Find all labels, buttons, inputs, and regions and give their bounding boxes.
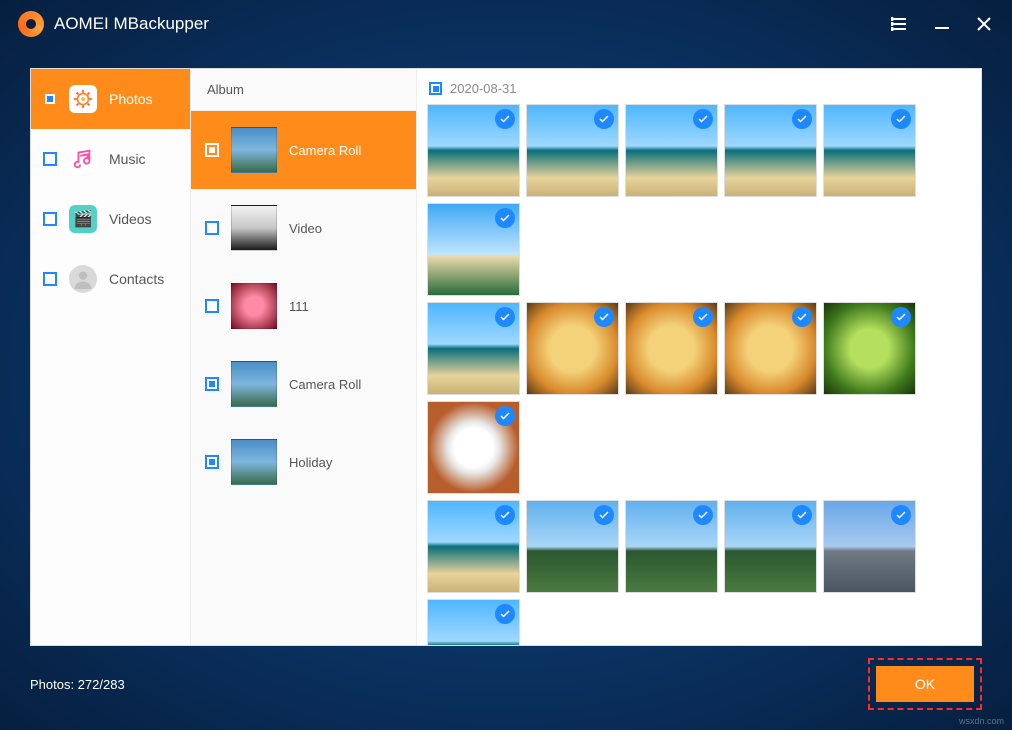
category-label: Contacts xyxy=(109,271,164,287)
photo-thumbnail[interactable] xyxy=(427,500,520,593)
selected-check-icon xyxy=(693,505,713,525)
checkbox-icon[interactable] xyxy=(205,299,219,313)
selected-check-icon xyxy=(495,307,515,327)
checkbox-icon[interactable] xyxy=(205,221,219,235)
app-logo-icon xyxy=(18,11,44,37)
checkbox-icon[interactable] xyxy=(43,272,57,286)
selected-check-icon xyxy=(792,109,812,129)
app-title: AOMEI MBackupper xyxy=(54,14,209,34)
titlebar: AOMEI MBackupper xyxy=(0,0,1012,48)
album-label: Holiday xyxy=(289,455,332,470)
checkbox-icon[interactable] xyxy=(43,212,57,226)
photo-thumbnail[interactable] xyxy=(724,104,817,197)
album-item[interactable]: Camera Roll xyxy=(191,111,416,189)
photo-thumbnail[interactable] xyxy=(625,104,718,197)
album-label: Camera Roll xyxy=(289,143,361,158)
photo-thumbnail[interactable] xyxy=(427,203,520,296)
status-text: Photos: 272/283 xyxy=(30,677,125,692)
selected-check-icon xyxy=(594,307,614,327)
selected-check-icon xyxy=(594,109,614,129)
selected-check-icon xyxy=(495,109,515,129)
selected-check-icon xyxy=(495,505,515,525)
checkbox-icon[interactable] xyxy=(205,377,219,391)
selected-check-icon xyxy=(495,604,515,624)
album-thumb-icon xyxy=(231,439,277,485)
photo-thumbnail[interactable] xyxy=(823,302,916,395)
album-item[interactable]: 111 xyxy=(191,267,416,345)
photo-thumbnail[interactable] xyxy=(427,401,520,494)
album-label: Camera Roll xyxy=(289,377,361,392)
category-music[interactable]: Music xyxy=(31,129,190,189)
contacts-icon xyxy=(69,265,97,293)
album-thumb-icon xyxy=(231,205,277,251)
category-contacts[interactable]: Contacts xyxy=(31,249,190,309)
selected-check-icon xyxy=(495,208,515,228)
selected-check-icon xyxy=(495,406,515,426)
workspace: Photos Music 🎬 Videos Contacts Album xyxy=(30,68,982,646)
footer: Photos: 272/283 OK xyxy=(30,656,982,712)
selected-check-icon xyxy=(792,307,812,327)
photo-thumbnail[interactable] xyxy=(526,500,619,593)
videos-icon: 🎬 xyxy=(69,205,97,233)
photo-thumbnail[interactable] xyxy=(427,599,520,645)
category-label: Photos xyxy=(109,91,153,107)
album-item[interactable]: Video xyxy=(191,189,416,267)
album-thumb-icon xyxy=(231,361,277,407)
album-thumb-icon xyxy=(231,283,277,329)
photo-thumbnail[interactable] xyxy=(625,302,718,395)
album-label: Video xyxy=(289,221,322,236)
watermark: wsxdn.com xyxy=(959,716,1004,726)
album-label: 111 xyxy=(289,299,309,314)
selected-check-icon xyxy=(792,505,812,525)
selected-check-icon xyxy=(693,307,713,327)
photo-thumbnail[interactable] xyxy=(625,500,718,593)
photo-grid[interactable]: 2020-08-31 2019-12-03 Queena LeeApple ID… xyxy=(417,69,981,645)
photo-thumbnail[interactable] xyxy=(823,500,916,593)
category-column: Photos Music 🎬 Videos Contacts xyxy=(31,69,191,645)
music-icon xyxy=(69,145,97,173)
minimize-icon[interactable] xyxy=(932,14,952,34)
album-item[interactable]: Holiday xyxy=(191,423,416,501)
photo-thumbnail[interactable] xyxy=(526,302,619,395)
list-view-icon[interactable] xyxy=(890,14,910,34)
photo-thumbnail[interactable] xyxy=(823,104,916,197)
photo-thumbnail[interactable] xyxy=(724,500,817,593)
album-thumb-icon xyxy=(231,127,277,173)
category-label: Music xyxy=(109,151,146,167)
selected-check-icon xyxy=(891,307,911,327)
photo-thumbnail[interactable] xyxy=(427,302,520,395)
photos-icon xyxy=(69,85,97,113)
album-column: Album Camera Roll Video 111 Camera Roll … xyxy=(191,69,417,645)
ok-button[interactable]: OK xyxy=(876,666,974,702)
photo-thumbnail[interactable] xyxy=(427,104,520,197)
checkbox-icon[interactable] xyxy=(205,455,219,469)
category-label: Videos xyxy=(109,211,152,227)
ok-highlight: OK xyxy=(868,658,982,710)
checkbox-icon[interactable] xyxy=(43,92,57,106)
close-icon[interactable] xyxy=(974,14,994,34)
photo-thumbnail[interactable] xyxy=(724,302,817,395)
album-header: Album xyxy=(191,69,416,111)
date-group-header[interactable]: 2020-08-31 xyxy=(429,81,971,96)
date-label: 2020-08-31 xyxy=(450,81,517,96)
photo-thumbnail[interactable] xyxy=(526,104,619,197)
category-videos[interactable]: 🎬 Videos xyxy=(31,189,190,249)
album-item[interactable]: Camera Roll xyxy=(191,345,416,423)
selected-check-icon xyxy=(891,109,911,129)
selected-check-icon xyxy=(594,505,614,525)
category-photos[interactable]: Photos xyxy=(31,69,190,129)
checkbox-icon[interactable] xyxy=(43,152,57,166)
checkbox-icon[interactable] xyxy=(205,143,219,157)
selected-check-icon xyxy=(891,505,911,525)
checkbox-icon[interactable] xyxy=(429,82,442,95)
selected-check-icon xyxy=(693,109,713,129)
